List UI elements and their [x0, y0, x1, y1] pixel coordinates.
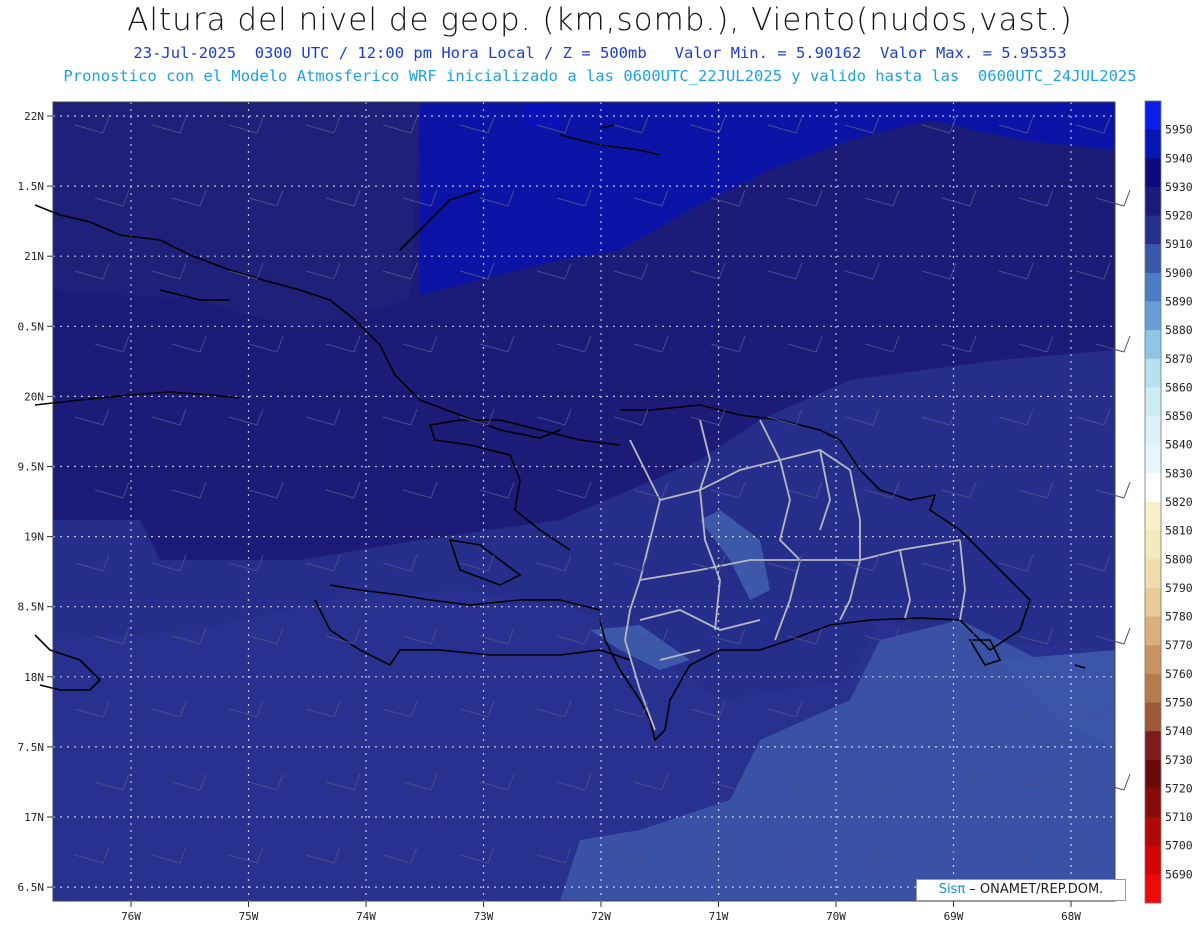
longitude-axis: 76W 75W 74W 73W 72W 71W 70W 69W 68W — [121, 901, 1081, 923]
lat-tick-label: 7.5N — [18, 741, 45, 754]
colorbar-swatch — [1145, 587, 1161, 618]
colorbar-label: 5810 — [1165, 524, 1193, 538]
colorbar-label: 5870 — [1165, 352, 1193, 366]
colorbar-label: 5910 — [1165, 237, 1193, 251]
colorbar-swatch — [1145, 301, 1161, 331]
credit-text: – ONAMET/REP.DOM. — [965, 882, 1104, 897]
lat-tick-label: 9.5N — [18, 461, 45, 474]
lat-tick-label: 6.5N — [18, 881, 45, 894]
lat-tick-label: 19N — [24, 531, 44, 544]
colorbar-swatch — [1145, 759, 1161, 789]
lon-tick-label: 73W — [474, 910, 494, 923]
color-scale-bar: 5950 5940 5930 5920 5910 5900 5890 5880 5870 5860… — [1144, 100, 1193, 904]
colorbar-swatch — [1145, 244, 1161, 274]
colorbar-swatch — [1145, 702, 1161, 732]
lon-tick-label: 72W — [591, 910, 611, 923]
colorbar-swatch — [1145, 387, 1161, 417]
lat-tick-label: 17N — [24, 811, 44, 824]
colorbar-label: 5740 — [1165, 724, 1193, 738]
geopotential-field — [53, 102, 1115, 901]
colorbar-swatch — [1145, 186, 1161, 217]
colorbar-label: 5860 — [1165, 380, 1193, 394]
lon-tick-label: 69W — [944, 910, 964, 923]
lat-tick-label: 1.5N — [18, 180, 45, 193]
colorbar-label: 5750 — [1165, 696, 1193, 710]
colorbar-label: 5770 — [1165, 638, 1193, 652]
colorbar-label: 5780 — [1165, 610, 1193, 624]
credit-badge: Sisπ – ONAMET/REP.DOM. — [916, 879, 1126, 901]
lat-tick-label: 20N — [24, 390, 44, 403]
lat-tick-label: 18N — [24, 671, 44, 684]
colorbar-swatch — [1145, 215, 1161, 245]
colorbar-label: 5890 — [1165, 295, 1193, 309]
lat-tick-label: 21N — [24, 250, 44, 263]
sis-logo-text: Sisπ — [938, 882, 966, 897]
colorbar-label: 5800 — [1165, 552, 1193, 566]
colorbar-label: 5820 — [1165, 495, 1193, 509]
colorbar-swatch — [1145, 845, 1161, 875]
colorbar-swatch — [1145, 645, 1161, 675]
colorbar-swatch — [1145, 874, 1161, 904]
colorbar-swatch — [1145, 559, 1161, 589]
colorbar-label: 5830 — [1165, 466, 1193, 480]
colorbar-label: 5840 — [1165, 438, 1193, 452]
lon-tick-label: 74W — [356, 910, 376, 923]
colorbar-swatch — [1145, 502, 1161, 532]
colorbar-swatch — [1145, 129, 1161, 159]
colorbar-label: 5930 — [1165, 180, 1193, 194]
lon-tick-label: 71W — [709, 910, 729, 923]
forecast-map: 22N 1.5N 21N 0.5N 20N 9.5N 19N 8.5N 18N 7.5N 17N 6.… — [18, 100, 1193, 923]
colorbar-label: 5790 — [1165, 581, 1193, 595]
colorbar-swatch — [1145, 101, 1161, 131]
colorbar-swatch — [1145, 358, 1161, 388]
colorbar-swatch — [1145, 788, 1161, 818]
colorbar-label: 5690 — [1165, 867, 1193, 881]
colorbar-swatch — [1145, 330, 1161, 360]
colorbar-swatch — [1145, 530, 1161, 560]
colorbar-label: 5850 — [1165, 409, 1193, 423]
colorbar-label: 5720 — [1165, 781, 1193, 795]
lon-tick-label: 76W — [121, 910, 141, 923]
colorbar-label: 5900 — [1165, 266, 1193, 280]
lat-tick-label: 0.5N — [18, 320, 45, 333]
colorbar-swatch — [1145, 616, 1161, 646]
lat-tick-label: 22N — [24, 110, 44, 123]
lat-tick-label: 8.5N — [18, 601, 45, 614]
colorbar-label: 5700 — [1165, 839, 1193, 853]
colorbar-label: 5950 — [1165, 123, 1193, 137]
latitude-axis: 22N 1.5N 21N 0.5N 20N 9.5N 19N 8.5N 18N 7.5N 17N 6.… — [18, 110, 53, 894]
colorbar-swatch — [1145, 673, 1161, 703]
colorbar-label: 5710 — [1165, 810, 1193, 824]
colorbar-swatch — [1145, 473, 1161, 503]
colorbar-label: 5760 — [1165, 667, 1193, 681]
colorbar-swatch — [1145, 272, 1161, 302]
colorbar-swatch — [1145, 817, 1161, 847]
lon-tick-label: 70W — [826, 910, 846, 923]
lon-tick-label: 75W — [239, 910, 259, 923]
colorbar-label: 5730 — [1165, 753, 1193, 767]
colorbar-swatch — [1145, 731, 1161, 761]
lon-tick-label: 68W — [1061, 910, 1081, 923]
colorbar-swatch — [1145, 444, 1161, 474]
colorbar-swatch — [1145, 158, 1161, 188]
colorbar-label: 5940 — [1165, 151, 1193, 165]
colorbar-label: 5880 — [1165, 323, 1193, 337]
colorbar-label: 5920 — [1165, 209, 1193, 223]
colorbar-swatch — [1145, 416, 1161, 446]
